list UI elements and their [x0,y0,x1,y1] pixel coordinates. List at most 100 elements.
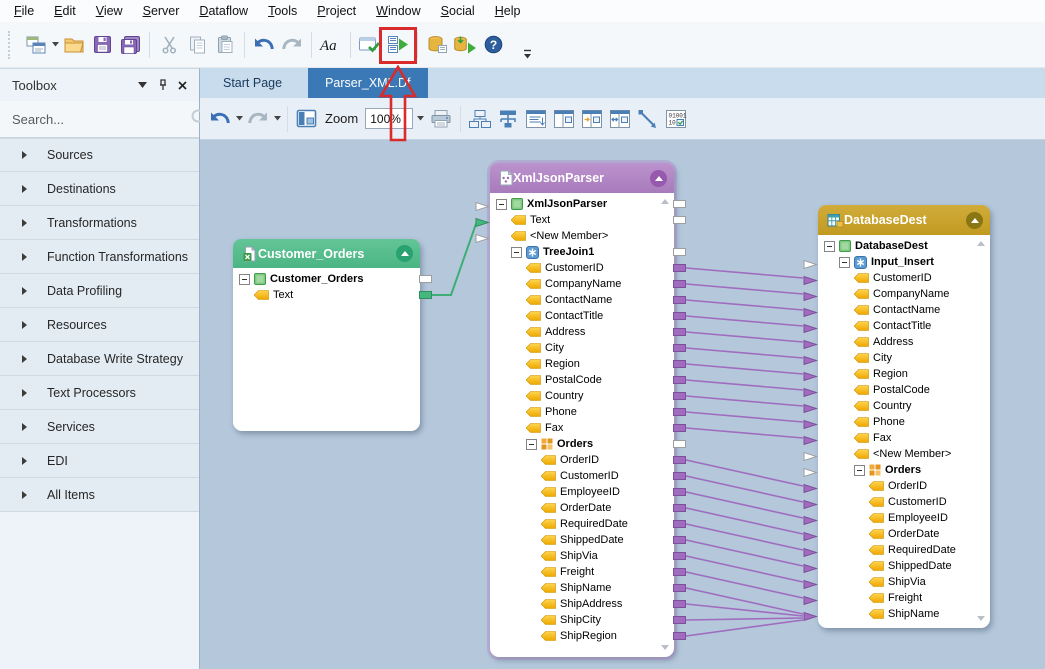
input-port-text[interactable] [475,215,490,226]
menu-server[interactable]: Server [133,1,190,21]
tree-row-orderid[interactable]: OrderID [818,478,990,494]
tree-row-databasedest[interactable]: DatabaseDest [818,238,990,254]
chevron-down-icon[interactable] [134,77,151,94]
toolbar-grip[interactable] [8,31,13,59]
tree-row-shipname[interactable]: ShipName [818,606,990,622]
tree-row-postalcode[interactable]: PostalCode [490,372,674,388]
output-port-shipname[interactable] [673,584,686,592]
tree-row-orderdate[interactable]: OrderDate [818,526,990,542]
input-port-customerid[interactable] [803,273,818,284]
print-button[interactable] [427,106,455,132]
input-port-contactname[interactable] [803,305,818,316]
collapse-toggle[interactable] [839,257,850,268]
pin-icon[interactable] [154,77,171,94]
node-xmljsonparser[interactable]: XmlJsonParserXmlJsonParserText<New Membe… [490,163,674,657]
scroll-up-icon[interactable] [661,199,669,204]
tree-row-requireddate[interactable]: RequiredDate [490,516,674,532]
tree-row-shippeddate[interactable]: ShippedDate [490,532,674,548]
deploy-run-button[interactable] [451,31,479,59]
toolbox-category-edi[interactable]: EDI [0,444,199,478]
menu-edit[interactable]: Edit [44,1,86,21]
close-icon[interactable] [174,77,191,94]
input-port-region[interactable] [803,369,818,380]
output-port-customerid[interactable] [673,472,686,480]
menu-dataflow[interactable]: Dataflow [189,1,258,21]
expand-panel-arrow-button[interactable] [578,106,606,132]
tree-row-input-insert[interactable]: Input_Insert [818,254,990,270]
preview-data-button[interactable]: 0100110 [662,106,690,132]
input-port-new-member[interactable] [803,449,818,460]
tree-row-contacttitle[interactable]: ContactTitle [818,318,990,334]
toolbox-category-transformations[interactable]: Transformations [0,206,199,240]
tree-row-freight[interactable]: Freight [490,564,674,580]
output-port-country[interactable] [673,392,686,400]
tree-row-shipvia[interactable]: ShipVia [818,574,990,590]
help-button[interactable]: ? [479,31,507,59]
tree-row-contactname[interactable]: ContactName [490,292,674,308]
undo-button[interactable] [250,31,278,59]
save-all-button[interactable] [116,31,144,59]
node-customer-orders[interactable]: Customer_OrdersCustomer_OrdersText [233,239,420,431]
output-port-treejoin1[interactable] [673,248,686,256]
output-port-requireddate[interactable] [673,520,686,528]
tree-row-requireddate[interactable]: RequiredDate [818,542,990,558]
database-lookup-button[interactable] [423,31,451,59]
tree-row-fax[interactable]: Fax [818,430,990,446]
input-port-city[interactable] [803,353,818,364]
tree-row-shippeddate[interactable]: ShippedDate [818,558,990,574]
output-port-shipregion[interactable] [673,632,686,640]
input-port-freight[interactable] [803,593,818,604]
redo-button[interactable] [278,31,306,59]
output-port-postalcode[interactable] [673,376,686,384]
copy-button[interactable] [183,31,211,59]
tab-start-page[interactable]: Start Page [206,68,299,98]
new-dataflow-button[interactable] [22,31,50,59]
tree-row-phone[interactable]: Phone [490,404,674,420]
tree-row-companyname[interactable]: CompanyName [490,276,674,292]
autosize-list-button[interactable] [522,106,550,132]
input-port-shipname[interactable] [803,609,818,620]
output-port-shipcity[interactable] [673,616,686,624]
tree-row-new-member[interactable]: <New Member> [490,228,674,244]
tree-row-address[interactable]: Address [818,334,990,350]
tree-row-city[interactable]: City [490,340,674,356]
toolbox-category-all-items[interactable]: All Items [0,478,199,512]
input-port-input-insert[interactable] [803,257,818,268]
tree-row-postalcode[interactable]: PostalCode [818,382,990,398]
tree-row-treejoin1[interactable]: TreeJoin1 [490,244,674,260]
menu-help[interactable]: Help [485,1,531,21]
input-port-orderdate[interactable] [803,529,818,540]
input-port-orders[interactable] [803,465,818,476]
tree-row-shipaddress[interactable]: ShipAddress [490,596,674,612]
menu-view[interactable]: View [86,1,133,21]
toolbox-category-text-processors[interactable]: Text Processors [0,376,199,410]
toolbar-overflow-button[interactable] [513,40,541,68]
input-port-companyname[interactable] [803,289,818,300]
menu-file[interactable]: File [4,1,44,21]
tree-row-new-member[interactable]: <New Member> [818,446,990,462]
collapse-toggle[interactable] [854,465,865,476]
toolbox-category-sources[interactable]: Sources [0,138,199,172]
output-port-customer-orders[interactable] [419,275,432,283]
input-port-shippeddate[interactable] [803,561,818,572]
tree-row-employeeid[interactable]: EmployeeID [818,510,990,526]
menu-window[interactable]: Window [366,1,430,21]
input-port-orderid[interactable] [803,481,818,492]
chevron-down-icon[interactable] [234,105,244,133]
toolbox-category-resources[interactable]: Resources [0,308,199,342]
chevron-down-icon[interactable] [272,105,282,133]
collapse-toggle[interactable] [511,247,522,258]
tree-row-address[interactable]: Address [490,324,674,340]
output-port-shippeddate[interactable] [673,536,686,544]
toolbox-category-function-transformations[interactable]: Function Transformations [0,240,199,274]
input-port-postalcode[interactable] [803,385,818,396]
output-port-city[interactable] [673,344,686,352]
cut-button[interactable] [155,31,183,59]
menu-social[interactable]: Social [431,1,485,21]
output-port-contacttitle[interactable] [673,312,686,320]
output-port-orderdate[interactable] [673,504,686,512]
tree-row-text[interactable]: Text [233,287,420,303]
menu-tools[interactable]: Tools [258,1,307,21]
collapse-toggle[interactable] [526,439,537,450]
output-port-region[interactable] [673,360,686,368]
